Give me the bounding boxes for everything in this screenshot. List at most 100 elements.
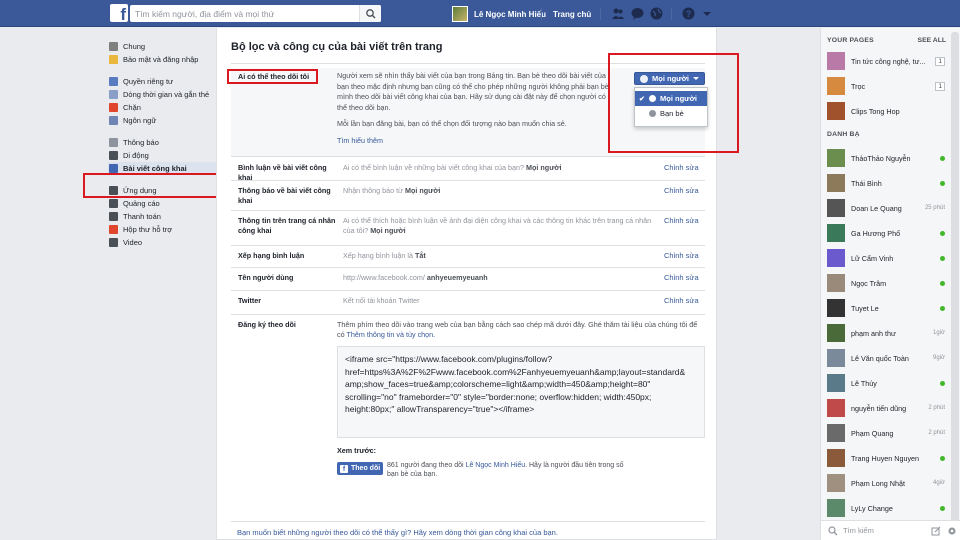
sidebar-item-3[interactable]: Quyền riêng tư [108,75,226,87]
contact-item[interactable]: Ga Hương Phố [827,224,945,242]
public-timeline-link[interactable]: Bạn muốn biết những người theo dõi có th… [237,528,558,537]
divider [231,314,705,315]
account-menu-chevron-down-icon[interactable] [702,9,715,22]
sidebar-item-icon [109,137,118,147]
sidebar-item-icon [109,41,118,51]
contact-name: Phạm Quang [851,428,894,438]
more-info-link[interactable]: Thêm thông tin và tùy chọn. [346,330,435,339]
sidebar-item-6[interactable]: Ngôn ngữ [108,114,226,126]
learn-more-link[interactable]: Tìm hiểu thêm [337,136,613,147]
notifications-globe-icon[interactable] [650,7,663,20]
gear-icon[interactable] [947,526,957,536]
setting-description: Ai có thể bình luận về những bài viết cô… [343,163,653,173]
preview-name-link[interactable]: Lê Ngọc Minh Hiếu [466,462,526,469]
sidebar-item-11[interactable]: Quảng cáo [108,197,226,209]
setting-description: Nhận thông báo từ Mọi người [343,186,653,196]
see-all-link[interactable]: SEE ALL [918,37,946,44]
page-avatar [827,77,845,95]
page-item[interactable]: Tin tức công nghệ, tư... 1 [827,52,945,70]
contact-name: phạm anh thư [851,328,896,338]
contact-avatar [827,174,845,192]
contact-name: Trang Huyen Nguyen [851,453,920,463]
preview-text: 861 người đang theo dõi [387,462,464,469]
compose-icon[interactable] [931,526,941,536]
divider [231,210,705,211]
last-active-time: 25 phút [924,205,945,211]
help-icon[interactable]: ? [682,7,695,20]
who-can-follow-description: Người xem sẽ nhìn thấy bài viết của bạn … [337,71,613,146]
edit-link[interactable]: Chỉnh sửa [664,216,699,225]
contact-name: Ngọc Trâm [851,278,887,288]
sidebar-item-2[interactable]: Bảo mật và đăng nhập [108,53,226,65]
sidebar-item-icon [109,76,118,86]
setting-description: http://www.facebook.com/ anhyeuemyeuanh [343,273,653,283]
contact-item[interactable]: LyLy Change [827,499,945,517]
edit-link[interactable]: Chỉnh sửa [664,273,699,282]
contact-item[interactable]: Doan Le Quang 25 phút [827,199,945,217]
contact-item[interactable]: Thái Bình [827,174,945,192]
page-item[interactable]: Clips Tong Hop [827,102,945,120]
contact-name: nguyễn tiến dũng [851,403,907,413]
setting-label: Thông tin trên trang cá nhân công khai [238,216,336,235]
online-status-icon [940,155,945,161]
sidebar-item-7[interactable]: Thông báo [108,136,226,148]
sidebar-item-8[interactable]: Di động [108,149,226,161]
contact-item[interactable]: nguyễn tiến dũng 2 phút [827,399,945,417]
contact-item[interactable]: Lê Văn quốc Toàn 9giờ [827,349,945,367]
sidebar-item-icon [109,211,118,221]
scrollbar[interactable] [951,32,959,532]
contact-item[interactable]: Trang Huyen Nguyen [827,449,945,467]
page-item[interactable]: Trọc 1 [827,77,945,95]
preview-follow-text: 861 người đang theo dõi Lê Ngọc Minh Hiế… [387,461,627,479]
contact-item[interactable]: Ngọc Trâm [827,274,945,292]
follow-description-text: Người xem sẽ nhìn thấy bài viết của bạn … [337,71,609,112]
setting-description: Kết nối tài khoản Twitter [343,296,653,306]
setting-desc-text: Nhận thông báo từ [343,186,403,195]
edit-link[interactable]: Chỉnh sửa [664,296,699,305]
contact-item[interactable]: Phạm Long Nhật 4giờ [827,474,945,492]
follow-plugin-description: Thêm phím theo dõi vào trang web của bạn… [337,320,705,340]
sidebar-item-label: Ngôn ngữ [123,115,157,125]
sidebar-item-5[interactable]: Chặn [108,101,226,113]
home-link[interactable]: Trang chủ [553,10,591,19]
facebook-logo-icon[interactable]: f [110,4,128,22]
highlight-box-sidebar [83,173,225,198]
page-avatar [827,52,845,70]
chat-search-input[interactable] [843,526,923,535]
sidebar-item-label: Video [123,237,143,247]
contact-item[interactable]: Phạm Quang 2 phút [827,424,945,442]
sidebar-item-label: Thanh toán [123,211,161,221]
contact-avatar [827,149,845,167]
friend-requests-icon[interactable] [611,7,624,20]
contact-item[interactable]: phạm anh thư 1giờ [827,324,945,342]
embed-code-textarea[interactable]: <iframe src="https://www.facebook.com/pl… [337,346,705,438]
search-icon [828,525,838,535]
top-bar: f Lê Ngọc Minh Hiếu Trang chủ ? [0,0,960,27]
contact-item[interactable]: Lê Thủy [827,374,945,392]
search-icon [366,9,376,19]
edit-link[interactable]: Chỉnh sửa [664,163,699,172]
search-button[interactable] [359,5,381,22]
search-box[interactable] [130,5,381,22]
follow-button[interactable]: f Theo dõi [337,462,383,475]
contact-item[interactable]: Tuyet Le [827,299,945,317]
setting-desc-text: Ai có thể bình luận về những bài viết cô… [343,163,525,172]
sidebar-item-4[interactable]: Dòng thời gian và gắn thẻ [108,88,226,100]
contact-item[interactable]: Lữ Cẩm Vinh [827,249,945,267]
sidebar-item-12[interactable]: Thanh toán [108,210,226,222]
last-active-time: 4giờ [933,480,945,486]
contact-avatar [827,374,845,392]
sidebar-item-13[interactable]: Hộp thư hỗ trợ [108,223,226,235]
setting-value: Tắt [414,251,426,260]
profile-link[interactable]: Lê Ngọc Minh Hiếu [452,6,546,22]
contact-item[interactable]: ThảoThảo Nguyễn [827,149,945,167]
sidebar-item-14[interactable]: Video [108,236,226,248]
edit-link[interactable]: Chỉnh sửa [664,186,699,195]
edit-link[interactable]: Chỉnh sửa [664,251,699,260]
sidebar-item-label: Hộp thư hỗ trợ [123,224,173,234]
sidebar-item-1[interactable]: Chung [108,40,226,52]
messages-icon[interactable] [631,7,644,20]
page-name: Clips Tong Hop [851,106,900,116]
search-input[interactable] [130,5,355,22]
